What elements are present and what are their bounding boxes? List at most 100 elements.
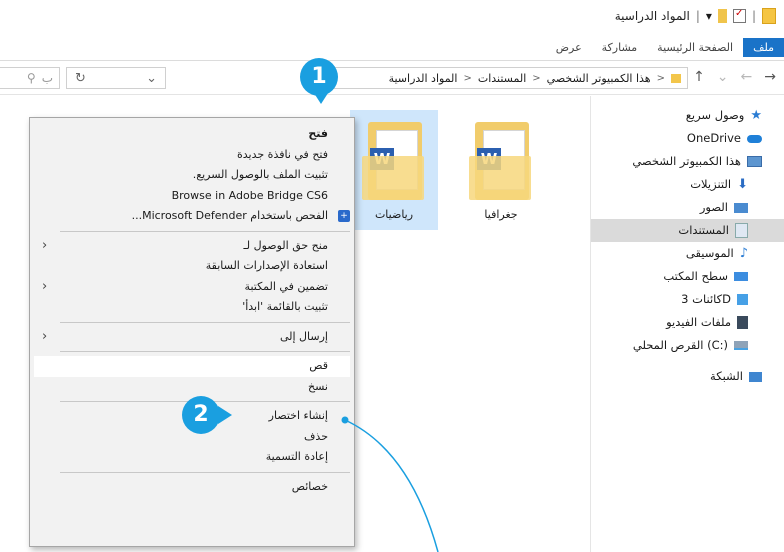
file-explorer-window: | ▾ | المواد الدراسية ملف الصفحة الرئيسي… — [0, 0, 784, 552]
nav-item-music[interactable]: ♪ الموسيقى — [591, 242, 784, 265]
pictures-icon — [734, 202, 748, 213]
up-arrow-icon[interactable]: ↑ — [693, 69, 705, 85]
breadcrumb-study-materials[interactable]: المواد الدراسية — [389, 72, 458, 85]
menu-item-give-access[interactable]: منح حق الوصول لـ ‹ — [30, 236, 354, 257]
menu-separator — [60, 321, 350, 323]
word-folder-icon: W — [469, 122, 533, 200]
menu-item-label: إرسال إلى — [279, 329, 328, 343]
menu-item-label: تضمين في المكتبة — [244, 279, 328, 293]
menu-item-properties[interactable]: خصائص — [30, 477, 354, 498]
address-tools: ↻ ⌄ — [66, 67, 166, 89]
context-menu: فتح فتح في نافذة جديدة تثبيت الملف بالوص… — [29, 117, 355, 547]
window-title: المواد الدراسية — [614, 9, 690, 23]
nav-item-3d-objects[interactable]: كائنات 3D — [591, 288, 784, 311]
menu-item-copy[interactable]: نسخ — [30, 377, 354, 398]
address-bar[interactable]: > هذا الكمبيوتر الشخصي > المستندات > الم… — [328, 67, 688, 89]
customize-toolbar-icon[interactable]: ▾ — [706, 9, 712, 23]
callout-badge-1: 1 — [300, 58, 338, 104]
nav-item-videos[interactable]: ملفات الفيديو — [591, 311, 784, 334]
documents-icon — [735, 223, 748, 238]
menu-item-adobe-bridge[interactable]: Browse in Adobe Bridge CS6 — [30, 186, 354, 207]
drive-icon — [734, 341, 748, 350]
desktop-icon — [734, 272, 748, 281]
word-folder-icon: W — [362, 122, 426, 200]
nav-item-label: وصول سريع — [685, 108, 745, 122]
menu-item-rename[interactable]: إعادة التسمية — [30, 447, 354, 468]
nav-item-quick-access[interactable]: ★ وصول سريع — [591, 104, 784, 127]
nav-item-label: المستندات — [678, 223, 729, 237]
chevron-icon[interactable]: > — [532, 73, 540, 84]
folder-icon — [671, 73, 681, 83]
3d-objects-icon — [737, 294, 748, 305]
toolbar-separator: | — [695, 9, 700, 23]
nav-item-pictures[interactable]: الصور — [591, 196, 784, 219]
nav-item-label: القرص المحلي (C:) — [632, 338, 728, 352]
menu-item-defender-scan[interactable]: + الفحص باستخدام Microsoft Defender... — [30, 206, 354, 227]
nav-item-downloads[interactable]: ⬇ التنزيلات — [591, 173, 784, 196]
title-bar: | ▾ | المواد الدراسية — [0, 0, 784, 34]
search-input[interactable]: ⚲ ب — [0, 67, 60, 89]
submenu-arrow-icon: ‹ — [42, 328, 48, 344]
submenu-arrow-icon: ‹ — [42, 278, 48, 294]
menu-item-cut[interactable]: قص — [34, 356, 350, 377]
nav-item-label: الموسيقى — [685, 246, 734, 260]
tab-share[interactable]: مشاركة — [592, 38, 648, 57]
submenu-arrow-icon: ‹ — [42, 237, 48, 253]
breadcrumb-this-pc[interactable]: هذا الكمبيوتر الشخصي — [547, 72, 651, 85]
menu-item-open[interactable]: فتح — [30, 124, 354, 145]
network-icon — [749, 371, 762, 382]
video-icon — [737, 316, 748, 329]
menu-item-pin-quick-access[interactable]: تثبيت الملف بالوصول السريع. — [30, 165, 354, 186]
nav-item-label: الصور — [699, 200, 728, 214]
menu-separator — [60, 471, 350, 473]
address-row: → ← ⌄ ↑ > هذا الكمبيوتر الشخصي > المستند… — [0, 62, 784, 95]
nav-item-desktop[interactable]: سطح المكتب — [591, 265, 784, 288]
nav-item-documents[interactable]: المستندات — [591, 219, 784, 242]
file-name: جغرافيا — [484, 208, 518, 221]
navigation-pane: ★ وصول سريع OneDrive هذا الكمبيوتر الشخص… — [590, 96, 784, 552]
nav-item-label: التنزيلات — [690, 177, 732, 191]
file-item[interactable]: W جغرافيا — [457, 110, 545, 230]
nav-item-this-pc[interactable]: هذا الكمبيوتر الشخصي — [591, 150, 784, 173]
refresh-icon[interactable]: ↻ — [75, 71, 86, 86]
defender-shield-icon: + — [338, 210, 350, 222]
menu-separator — [60, 351, 350, 352]
computer-icon — [747, 156, 762, 167]
nav-item-network[interactable]: الشبكة — [591, 365, 784, 388]
nav-item-label: OneDrive — [686, 131, 741, 145]
tab-view[interactable]: عرض — [546, 38, 592, 57]
callout-badge-2: 2 — [182, 396, 232, 434]
nav-item-local-disk[interactable]: القرص المحلي (C:) — [591, 334, 784, 357]
nav-item-label: الشبكة — [710, 369, 743, 383]
new-folder-icon[interactable] — [717, 9, 727, 23]
nav-item-onedrive[interactable]: OneDrive — [591, 127, 784, 150]
menu-item-open-new-window[interactable]: فتح في نافذة جديدة — [30, 145, 354, 166]
chevron-icon[interactable]: > — [657, 73, 665, 84]
menu-item-restore-versions[interactable]: استعادة الإصدارات السابقة — [30, 256, 354, 277]
search-placeholder: ب — [41, 71, 53, 85]
folder-icon — [762, 8, 776, 24]
nav-item-label: هذا الكمبيوتر الشخصي — [632, 154, 741, 168]
breadcrumb-documents[interactable]: المستندات — [478, 72, 526, 85]
recent-locations-icon[interactable]: ⌄ — [717, 69, 729, 85]
menu-item-include-library[interactable]: تضمين في المكتبة ‹ — [30, 277, 354, 298]
address-dropdown-icon[interactable]: ⌄ — [146, 71, 157, 86]
forward-arrow-icon[interactable]: ← — [741, 69, 753, 85]
cloud-icon — [747, 134, 762, 143]
menu-item-send-to[interactable]: إرسال إلى ‹ — [30, 327, 354, 348]
ribbon: ملف الصفحة الرئيسية مشاركة عرض — [0, 34, 784, 61]
nav-item-label: سطح المكتب — [663, 269, 728, 283]
menu-item-label: الفحص باستخدام Microsoft Defender... — [131, 209, 328, 222]
chevron-icon[interactable]: > — [463, 73, 471, 84]
nav-item-label: كائنات 3D — [681, 292, 731, 306]
menu-separator — [60, 230, 350, 232]
tab-file[interactable]: ملف — [743, 38, 784, 57]
tab-home[interactable]: الصفحة الرئيسية — [647, 38, 743, 57]
quick-access-toolbar: | ▾ | المواد الدراسية — [615, 8, 776, 24]
file-item-selected[interactable]: W رياضيات — [350, 110, 438, 230]
back-arrow-icon[interactable]: → — [764, 69, 776, 85]
search-icon: ⚲ — [26, 71, 36, 85]
menu-item-pin-start[interactable]: تثبيت بالقائمة 'ابدأ' — [30, 297, 354, 318]
properties-icon[interactable] — [732, 8, 746, 23]
file-name: رياضيات — [374, 208, 414, 221]
